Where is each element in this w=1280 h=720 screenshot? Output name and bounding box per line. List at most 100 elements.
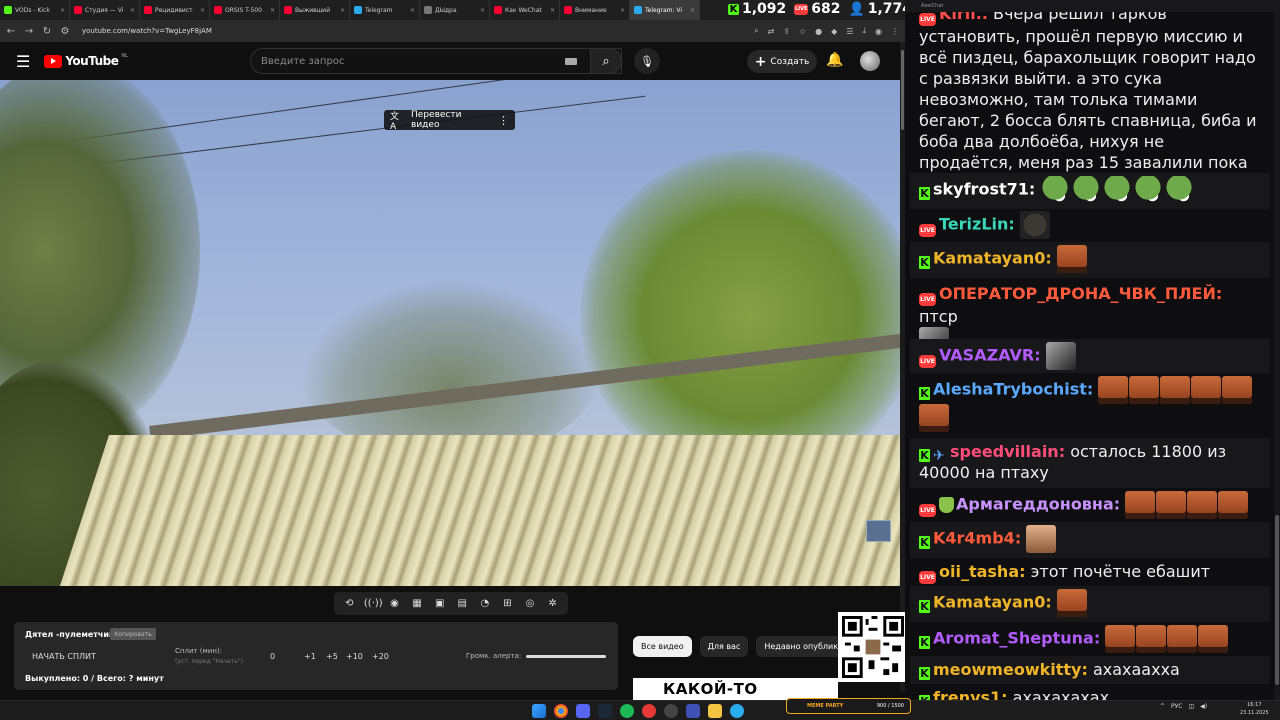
close-icon[interactable]: ✕: [130, 7, 135, 14]
browser-tab[interactable]: Выживший ✕: [280, 0, 350, 20]
browser-tab[interactable]: VODs - Kick ✕: [0, 0, 70, 20]
close-icon[interactable]: ✕: [620, 7, 625, 14]
create-button[interactable]: + Создать: [747, 50, 817, 73]
recommended-video-thumbnail[interactable]: КАКОЙ-ТО КОШМАР: [633, 678, 838, 700]
close-icon[interactable]: ✕: [410, 7, 415, 14]
bookmark-star-icon[interactable]: ☆: [799, 27, 806, 36]
profile-icon[interactable]: ◉: [875, 27, 882, 36]
browser-tab[interactable]: Студия — Vi ✕: [70, 0, 140, 20]
browser-tab[interactable]: Рецидивист ✕: [140, 0, 210, 20]
keyboard-icon[interactable]: [565, 58, 577, 65]
extensions-puzzle-icon[interactable]: ◆: [831, 27, 837, 36]
steam-icon[interactable]: [598, 704, 612, 718]
voice-search-button[interactable]: 🎙: [634, 48, 660, 74]
chrome-icon[interactable]: [554, 704, 568, 718]
split-add-10-button[interactable]: +10: [346, 652, 363, 661]
split-add-5-button[interactable]: +5: [326, 652, 338, 661]
extension-icon[interactable]: ●: [815, 27, 822, 36]
chat-username[interactable]: Kamatayan0:: [933, 249, 1052, 268]
chat-username[interactable]: Aromat_Sheptuna:: [933, 629, 1100, 648]
chat-username[interactable]: speedvillain:: [950, 442, 1065, 461]
close-icon[interactable]: ✕: [60, 7, 65, 14]
close-icon[interactable]: ✕: [270, 7, 275, 14]
network-icon[interactable]: ◫: [1189, 703, 1195, 710]
eye-icon[interactable]: ◉: [386, 598, 402, 609]
chat-username[interactable]: meowmeowkitty:: [933, 660, 1088, 679]
browser-tab[interactable]: Telegram ✕: [350, 0, 420, 20]
browser-tab-active[interactable]: Telegram: Vi ✕: [630, 0, 700, 20]
chat-username[interactable]: skyfrost71:: [933, 180, 1035, 199]
chat-username[interactable]: Kamatayan0:: [933, 593, 1052, 612]
spotify-icon[interactable]: [620, 704, 634, 718]
clapperboard-icon[interactable]: ▦: [409, 598, 425, 609]
telegram-icon[interactable]: [730, 704, 744, 718]
chat-username[interactable]: AleshaTrybochist:: [933, 380, 1093, 399]
browser-tab[interactable]: Внимание ✕: [560, 0, 630, 20]
browser-tab[interactable]: ORSIS T-500 ✕: [210, 0, 280, 20]
split-add-1-button[interactable]: +1: [304, 652, 316, 661]
avatar[interactable]: [860, 51, 880, 71]
close-icon[interactable]: ✕: [480, 7, 485, 14]
screenshot-camera-icon[interactable]: ◎: [522, 598, 538, 609]
site-info-icon[interactable]: ⚙: [60, 26, 70, 37]
back-icon[interactable]: ←: [6, 26, 16, 37]
chat-username[interactable]: K4r4mb4:: [933, 529, 1021, 548]
youtube-logo[interactable]: YouTube NL: [44, 53, 128, 68]
start-split-button[interactable]: НАЧАТЬ СПЛИТ: [32, 652, 96, 661]
recorder-icon[interactable]: [642, 704, 656, 718]
loop-icon[interactable]: ⟲: [341, 598, 357, 609]
language-indicator[interactable]: РУС: [1171, 703, 1182, 710]
url-field[interactable]: youtube.com/watch?v=TwgLeyF8jAM: [82, 27, 212, 35]
split-add-20-button[interactable]: +20: [372, 652, 389, 661]
film-icon[interactable]: ▤: [454, 598, 470, 609]
chat-username[interactable]: VASAZAVR:: [939, 346, 1041, 365]
volume-icon[interactable]: ◀): [1200, 703, 1207, 710]
share-icon[interactable]: ⇪: [783, 27, 790, 36]
broadcast-icon[interactable]: ((·)): [364, 598, 383, 609]
chevron-up-icon[interactable]: ^: [1160, 703, 1165, 710]
chat-username[interactable]: TerizLin:: [939, 215, 1015, 234]
translate-icon[interactable]: ⇄: [768, 27, 775, 36]
browser-tab[interactable]: ДЫдра ✕: [420, 0, 490, 20]
discord-icon[interactable]: [576, 704, 590, 718]
close-icon[interactable]: ✕: [340, 7, 345, 14]
windows-start-icon[interactable]: [532, 704, 546, 718]
chat-username[interactable]: oii_tasha:: [939, 562, 1026, 581]
chip-all-videos[interactable]: Все видео: [633, 636, 692, 657]
download-icon[interactable]: ⤓: [862, 26, 866, 36]
forward-icon[interactable]: →: [24, 26, 34, 37]
notifications-bell-icon[interactable]: 🔔: [826, 52, 843, 68]
copy-button[interactable]: Копировать: [110, 628, 156, 640]
chat-username[interactable]: ОПЕРАТОР_ДРОНА_ЧВК_ПЛЕЙ:: [939, 284, 1222, 303]
search-button[interactable]: ⌕: [590, 48, 622, 74]
split-value[interactable]: 0: [270, 652, 275, 661]
obs-icon[interactable]: [664, 704, 678, 718]
close-icon[interactable]: ✕: [200, 7, 205, 14]
reading-list-icon[interactable]: ☰: [846, 27, 853, 36]
hamburger-menu-icon[interactable]: ☰: [16, 52, 30, 71]
add-screen-icon[interactable]: ⊞: [499, 598, 515, 609]
chat-scrollbar-thumb[interactable]: [1275, 515, 1279, 685]
chat-username[interactable]: Армагеддоновна:: [956, 495, 1120, 514]
search-input[interactable]: Введите запрос: [250, 48, 622, 74]
translate-video-button[interactable]: 文A Перевести видео ⋮: [384, 110, 515, 132]
close-icon[interactable]: ✕: [690, 7, 695, 14]
video-player[interactable]: 文A Перевести видео ⋮: [0, 80, 900, 586]
menu-dots-icon[interactable]: ⋮: [891, 27, 899, 36]
close-icon[interactable]: ✕: [550, 7, 555, 14]
page-scrollbar-thumb[interactable]: [901, 50, 904, 130]
alert-volume-slider[interactable]: [526, 655, 606, 658]
more-vert-icon[interactable]: ⋮: [498, 114, 509, 127]
picture-icon[interactable]: ▣: [432, 598, 448, 609]
browser-tab[interactable]: Как WeChat ✕: [490, 0, 560, 20]
clock[interactable]: 16:17 23.11.2025: [1240, 701, 1269, 717]
overlay-thumbnail[interactable]: [866, 520, 891, 542]
reload-icon[interactable]: ↻: [42, 26, 52, 37]
settings-gear-icon[interactable]: ✲: [545, 598, 561, 609]
folder-icon[interactable]: [708, 704, 722, 718]
chip-for-you[interactable]: Для вас: [699, 636, 749, 657]
zoom-icon[interactable]: ⌕: [754, 26, 758, 36]
speed-gauge-icon[interactable]: ◔: [477, 598, 493, 609]
media-icon[interactable]: [686, 704, 700, 718]
chat-username[interactable]: frenys1:: [933, 688, 1008, 700]
